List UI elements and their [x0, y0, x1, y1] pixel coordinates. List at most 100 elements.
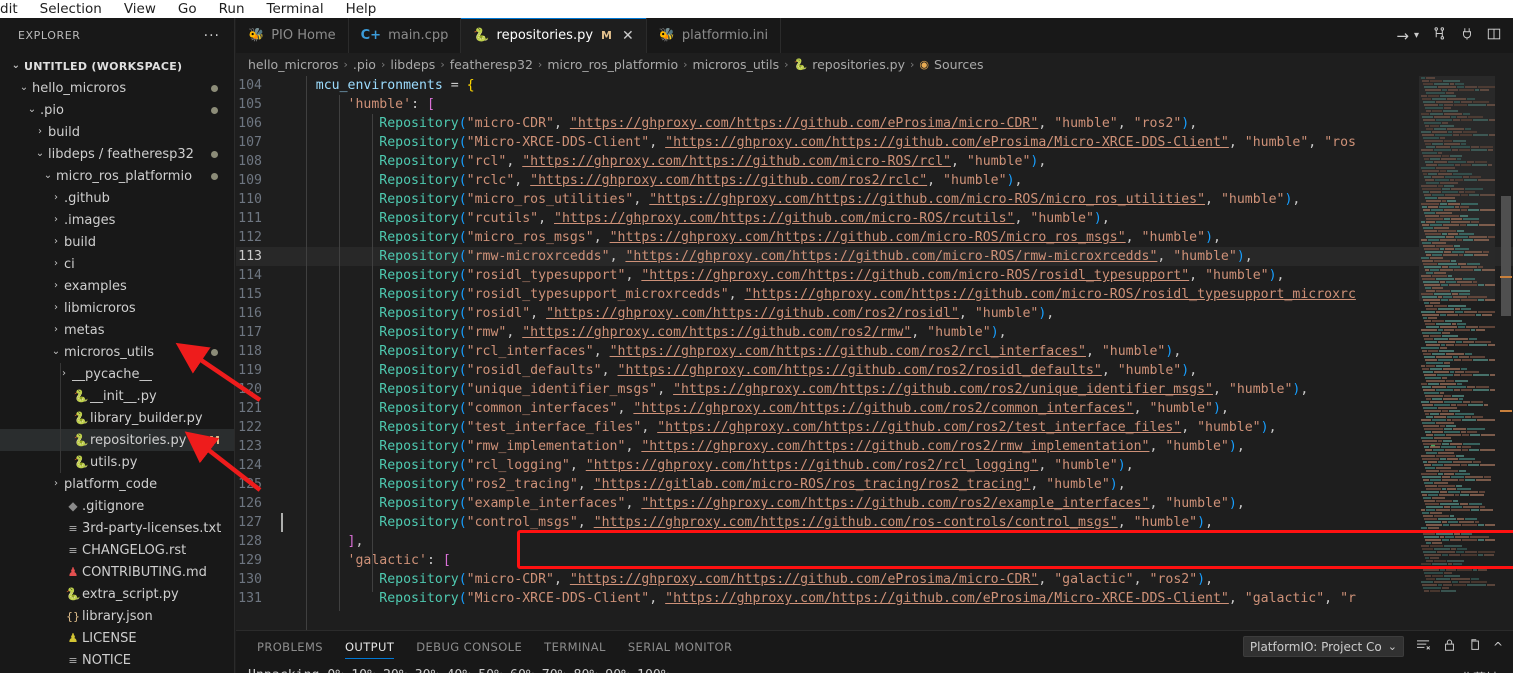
code-line[interactable]: 122 Repository("test_interface_files", "… [236, 418, 1513, 437]
chevron-down-icon[interactable]: ⌄ [16, 79, 32, 97]
breadcrumb-item[interactable]: libdeps [390, 57, 435, 72]
panel-tab-debug-console[interactable]: DEBUG CONSOLE [405, 631, 533, 662]
folder-tree-item-untitled-workspace[interactable]: ⌄ UNTITLED (WORKSPACE) [0, 55, 234, 77]
chevron-right-icon[interactable]: › [48, 253, 64, 275]
code-line[interactable]: 113 Repository("rmw-microxrcedds", "http… [236, 247, 1513, 266]
chevron-right-icon[interactable]: › [48, 473, 64, 495]
file-tree-item-gitignore[interactable]: ◆ .gitignore [0, 495, 234, 517]
breadcrumb-item[interactable]: microros_utils [693, 57, 780, 72]
code-line[interactable]: 110 Repository("micro_ros_utilities", "h… [236, 190, 1513, 209]
chevron-right-icon[interactable]: › [48, 231, 64, 253]
code-line[interactable]: 125 Repository("ros2_tracing", "https://… [236, 475, 1513, 494]
split-terminal-icon[interactable] [1432, 26, 1447, 45]
menu-item-help[interactable]: Help [335, 1, 388, 18]
chevron-right-icon[interactable]: › [32, 121, 48, 143]
chevron-down-icon[interactable]: ⌄ [40, 167, 56, 185]
code-line[interactable]: 104 mcu_environments = { [236, 76, 1513, 95]
minimap[interactable] [1419, 76, 1495, 630]
split-editor-icon[interactable] [1487, 26, 1501, 45]
code-line[interactable]: 127 Repository("control_msgs", "https://… [236, 513, 1513, 532]
output-source-select[interactable]: PlatformIO: Project Co ⌄ [1242, 636, 1404, 657]
folder-tree-item-build[interactable]: › build [0, 231, 234, 253]
folder-tree-item-microros-utils[interactable]: ⌄ microros_utils [0, 341, 234, 363]
menu-item-view[interactable]: View [113, 1, 167, 18]
code-line[interactable]: 115 Repository("rosidl_typesupport_micro… [236, 285, 1513, 304]
code-line[interactable]: 105 'humble': [ [236, 95, 1513, 114]
folder-tree-item-libmicroros[interactable]: › libmicroros [0, 297, 234, 319]
menu-item-selection[interactable]: Selection [29, 1, 113, 18]
file-tree-item-license[interactable]: ♟ LICENSE [0, 627, 234, 649]
file-tree-item-3rd-party-licenses-txt[interactable]: ≡ 3rd-party-licenses.txt [0, 517, 234, 539]
breadcrumb-item[interactable]: Sources [934, 57, 983, 72]
folder-tree-item-platform-code[interactable]: › platform_code [0, 473, 234, 495]
file-tree-item-utils-py[interactable]: 🐍 utils.py [0, 451, 234, 473]
file-tree-item-extra-script-py[interactable]: 🐍 extra_script.py [0, 583, 234, 605]
code-line[interactable]: 121 Repository("common_interfaces", "htt… [236, 399, 1513, 418]
chevron-right-icon[interactable]: › [48, 275, 64, 297]
folder-tree-item-pio[interactable]: ⌄ .pio [0, 99, 234, 121]
file-tree-item-changelog-rst[interactable]: ≡ CHANGELOG.rst [0, 539, 234, 561]
panel-tab-serial-monitor[interactable]: SERIAL MONITOR [617, 631, 744, 662]
file-tree-item-contributing-md[interactable]: ♟ CONTRIBUTING.md [0, 561, 234, 583]
code-line[interactable]: 129 'galactic': [ [236, 551, 1513, 570]
code-line[interactable]: 106 Repository("micro-CDR", "https://ghp… [236, 114, 1513, 133]
code-line[interactable]: 107 Repository("Micro-XRCE-DDS-Client", … [236, 133, 1513, 152]
folder-tree-item-build[interactable]: › build [0, 121, 234, 143]
menu-item-run[interactable]: Run [208, 1, 256, 18]
chevron-up-icon[interactable]: ^ [1493, 640, 1503, 654]
chevron-down-icon[interactable]: ⌄ [8, 57, 24, 75]
folder-tree-item-examples[interactable]: › examples [0, 275, 234, 297]
file-tree-item-notice[interactable]: ≡ NOTICE [0, 649, 234, 671]
panel-tab-output[interactable]: OUTPUT [334, 631, 405, 662]
file-tree-item-library-builder-py[interactable]: 🐍 library_builder.py [0, 407, 234, 429]
chevron-right-icon[interactable]: › [56, 363, 72, 385]
code-line[interactable]: 120 Repository("unique_identifier_msgs",… [236, 380, 1513, 399]
code-line[interactable]: 111 Repository("rcutils", "https://ghpro… [236, 209, 1513, 228]
file-tree-item-repositories-py[interactable]: 🐍 repositories.py M [0, 429, 234, 451]
code-line[interactable]: 116 Repository("rosidl", "https://ghprox… [236, 304, 1513, 323]
plug-icon[interactable] [1460, 26, 1474, 45]
code-line[interactable]: 119 Repository("rosidl_defaults", "https… [236, 361, 1513, 380]
folder-tree-item-hello-microros[interactable]: ⌄ hello_microros [0, 77, 234, 99]
chevron-down-icon[interactable]: ⌄ [24, 101, 40, 119]
breadcrumb-item[interactable]: repositories.py [812, 57, 905, 72]
folder-tree-item-micro-ros-platformio[interactable]: ⌄ micro_ros_platformio [0, 165, 234, 187]
lock-scroll-icon[interactable] [1443, 637, 1456, 656]
menu-item-go[interactable]: Go [167, 1, 208, 18]
breadcrumb-item[interactable]: hello_microros [248, 57, 339, 72]
scrollbar-thumb[interactable] [1501, 196, 1511, 316]
folder-tree-item-github[interactable]: › .github [0, 187, 234, 209]
editor-tab-platformio-ini[interactable]: 🐝 platformio.ini [646, 18, 782, 53]
editor-tab-pio-home[interactable]: 🐝 PIO Home [236, 18, 349, 53]
code-line[interactable]: 109 Repository("rclc", "https://ghproxy.… [236, 171, 1513, 190]
folder-tree-item-libdeps-featheresp32[interactable]: ⌄ libdeps / featheresp32 [0, 143, 234, 165]
code-line[interactable]: 124 Repository("rcl_logging", "https://g… [236, 456, 1513, 475]
breadcrumb-item[interactable]: featheresp32 [450, 57, 533, 72]
folder-tree-item-images[interactable]: › .images [0, 209, 234, 231]
editor-vertical-scrollbar[interactable] [1499, 76, 1513, 630]
chevron-down-icon[interactable]: ▾ [1414, 30, 1419, 41]
code-line[interactable]: 123 Repository("rmw_implementation", "ht… [236, 437, 1513, 456]
code-line[interactable]: 126 Repository("example_interfaces", "ht… [236, 494, 1513, 513]
chevron-down-icon[interactable]: ⌄ [32, 145, 48, 163]
folder-tree-item-pycache[interactable]: › __pycache__ [0, 363, 234, 385]
editor-tab-main-cpp[interactable]: C+ main.cpp [348, 18, 462, 53]
breadcrumb-item[interactable]: .pio [353, 57, 376, 72]
file-tree-item-init-py[interactable]: 🐍 __init__.py [0, 385, 234, 407]
new-window-icon[interactable] [1468, 637, 1481, 656]
file-tree-item-library-json[interactable]: {} library.json [0, 605, 234, 627]
chevron-right-icon[interactable]: › [48, 297, 64, 319]
run-icon[interactable]: → [1396, 27, 1409, 45]
close-icon[interactable]: ✕ [622, 29, 634, 43]
chevron-right-icon[interactable]: › [48, 319, 64, 341]
code-line[interactable]: 112 Repository("micro_ros_msgs", "https:… [236, 228, 1513, 247]
code-line[interactable]: 117 Repository("rmw", "https://ghproxy.c… [236, 323, 1513, 342]
code-line[interactable]: 114 Repository("rosidl_typesupport", "ht… [236, 266, 1513, 285]
menu-item-dit[interactable]: dit [0, 1, 29, 18]
menu-item-terminal[interactable]: Terminal [256, 1, 335, 18]
code-line[interactable]: 130 Repository("micro-CDR", "https://ghp… [236, 570, 1513, 589]
folder-tree-item-metas[interactable]: › metas [0, 319, 234, 341]
explorer-more-actions-icon[interactable]: ··· [204, 29, 220, 43]
chevron-down-icon[interactable]: ⌄ [48, 343, 64, 361]
breadcrumb-item[interactable]: micro_ros_platformio [547, 57, 678, 72]
